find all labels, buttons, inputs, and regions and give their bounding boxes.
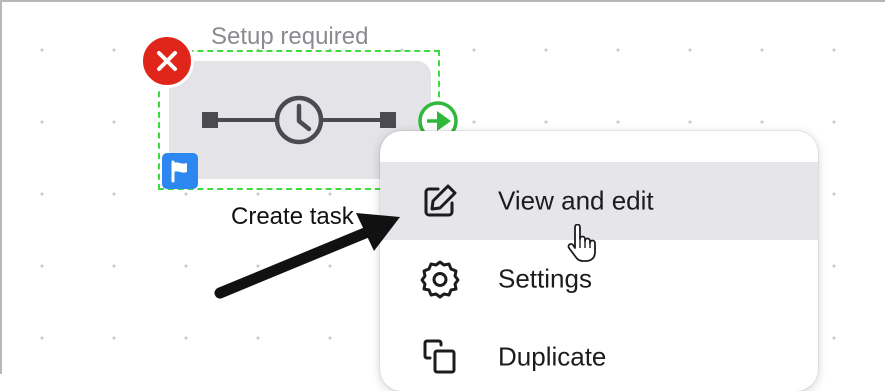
menu-item-label: Duplicate — [498, 341, 607, 372]
menu-item-duplicate[interactable]: Duplicate — [380, 318, 818, 391]
flag-icon[interactable] — [162, 153, 198, 189]
menu-item-label: View and edit — [498, 185, 654, 216]
context-menu: View and edit Settings Duplicate — [380, 131, 818, 391]
menu-item-view-and-edit[interactable]: View and edit — [380, 162, 818, 240]
menu-item-settings[interactable]: Settings — [380, 240, 818, 318]
edit-icon — [420, 181, 460, 221]
close-x-icon[interactable] — [140, 34, 194, 88]
gear-icon — [420, 259, 460, 299]
setup-required-label: Setup required — [211, 23, 369, 50]
duplicate-icon — [420, 337, 460, 377]
annotation-arrow-icon — [210, 205, 410, 310]
hand-cursor-icon — [566, 223, 598, 269]
clock-icon — [198, 88, 398, 157]
